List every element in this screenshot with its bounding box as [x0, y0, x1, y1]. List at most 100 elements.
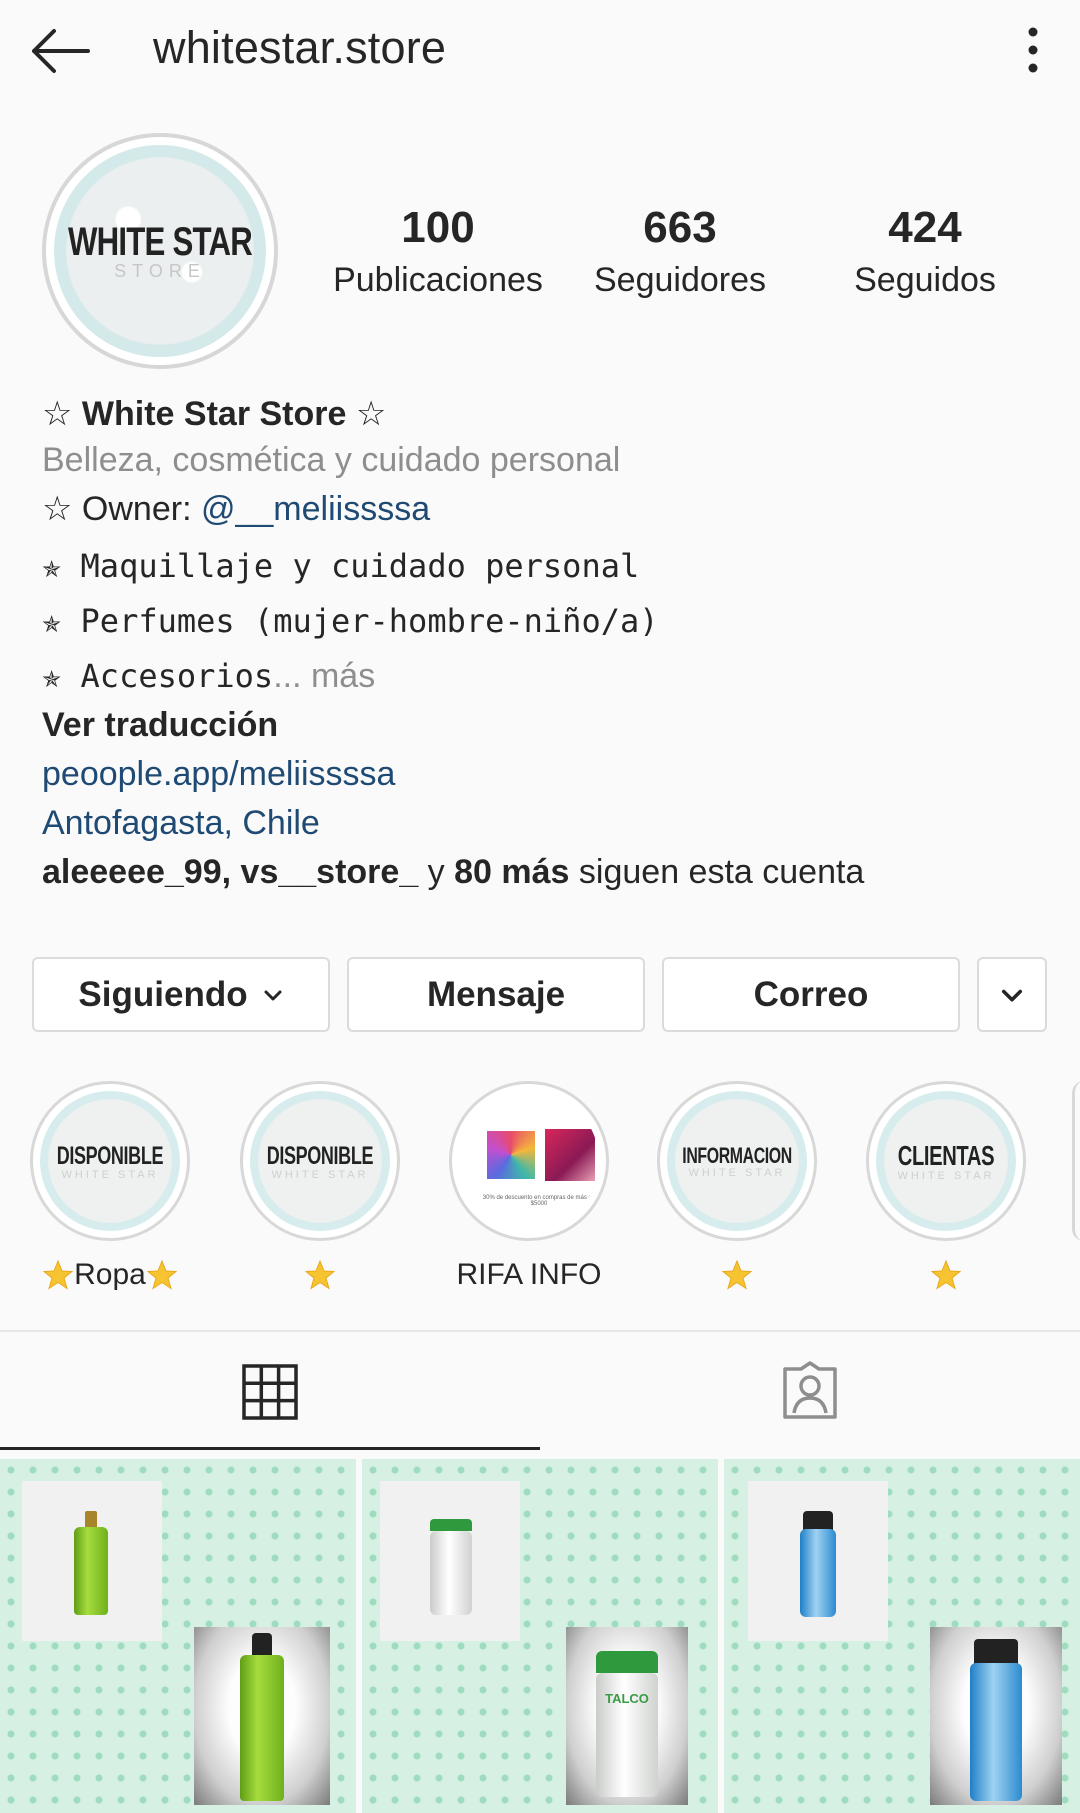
bio-more-link[interactable]: más — [311, 657, 375, 695]
product-photo-large: TALCO — [566, 1627, 688, 1805]
highlight-cover: CLIENTAS WHITE STAR — [876, 1091, 1016, 1231]
product-photo-small — [380, 1481, 520, 1641]
highlight-ropa[interactable]: DISPONIBLE WHITE STAR Ropa — [30, 1081, 190, 1295]
followers-label: Seguidores — [593, 261, 766, 299]
bio-line-makeup: ✯ Maquillaje y cuidado personal — [42, 547, 640, 585]
followers-count: 663 — [643, 203, 717, 252]
star-icon — [146, 1259, 178, 1290]
highlight-label — [240, 1255, 400, 1295]
highlight-informacion[interactable]: INFORMACION WHITE STAR — [657, 1081, 817, 1295]
following-count: 424 — [888, 203, 962, 252]
followed-by-user-2: vs__store_ — [240, 853, 419, 891]
highlight-label: Ropa — [30, 1255, 190, 1295]
highlight-rifa-info[interactable]: 30% de descuento en compras de más de $5… — [449, 1081, 609, 1295]
profile-category: Belleza, cosmética y cuidado personal — [42, 441, 621, 479]
message-button-label: Mensaje — [426, 974, 566, 1014]
highlight-label-text: Ropa — [74, 1258, 146, 1291]
highlight-cover: INFORMACION WHITE STAR — [667, 1091, 807, 1231]
highlight-cover: DISPONIBLE WHITE STAR — [250, 1091, 390, 1231]
highlight-cover-text: CLIENTAS — [897, 1140, 995, 1171]
bottle-cap — [803, 1511, 833, 1531]
highlight-clientas[interactable]: CLIENTAS WHITE STAR — [866, 1081, 1026, 1295]
bio-owner-prefix: ☆ Owner: — [42, 490, 201, 528]
bottle-lid — [430, 1519, 472, 1531]
highlight-cover: DISPONIBLE WHITE STAR — [40, 1091, 180, 1231]
highlight-cover-ring: DISPONIBLE WHITE STAR — [30, 1081, 190, 1241]
tabs-divider — [0, 1330, 1080, 1332]
star-icon — [42, 1259, 74, 1290]
product-photo-small — [22, 1481, 162, 1641]
followed-by-user-1: aleeeee_99 — [42, 853, 222, 891]
highlight-cover-ring: 30% de descuento en compras de más de $5… — [449, 1081, 609, 1241]
highlight-disponible[interactable]: DISPONIBLE WHITE STAR — [240, 1081, 400, 1295]
highlight-cover-image: 30% de descuento en compras de más de $5… — [459, 1091, 599, 1231]
bio-line-perfumes: ✯ Perfumes (mujer-hombre-niño/a) — [42, 602, 659, 640]
product-photo-large — [930, 1627, 1062, 1805]
star-icon — [304, 1259, 336, 1290]
bottle-lid — [596, 1651, 658, 1673]
highlight-label: RIFA INFO — [449, 1255, 609, 1295]
following-button-label: Siguiendo — [78, 974, 248, 1014]
following-button[interactable]: Siguiendo — [32, 957, 330, 1032]
bio-location-link[interactable]: Antofagasta, Chile — [42, 800, 1042, 846]
highlight-cover-caption: 30% de descuento en compras de más de $5… — [482, 1195, 596, 1207]
highlight-label-text: RIFA INFO — [456, 1258, 602, 1291]
makeup-palette-image — [545, 1129, 595, 1181]
post-thumbnail-2[interactable]: TALCO — [362, 1459, 718, 1813]
message-button[interactable]: Mensaje — [347, 957, 645, 1032]
followed-by-line[interactable]: aleeeee_99, vs__store_ y 80 más siguen e… — [42, 849, 1042, 895]
followed-by-more-count: 80 más — [454, 853, 570, 891]
chevron-down-icon — [1001, 989, 1023, 1001]
bio-ellipsis: ... — [273, 657, 311, 695]
arrow-left-icon[interactable] — [28, 26, 92, 76]
profile-avatar[interactable]: WHITE STAR STORE — [42, 133, 278, 369]
highlight-cover-ring: CLIENTAS WHITE STAR — [866, 1081, 1026, 1241]
owner-mention-link[interactable]: @__meliissssa — [201, 490, 430, 528]
followers-stat[interactable]: 663 Seguidores — [560, 203, 800, 305]
see-translation-link[interactable]: Ver traducción — [42, 702, 1042, 748]
blue-shampoo-bottle — [800, 1529, 836, 1617]
tab-tagged[interactable] — [540, 1333, 1080, 1450]
posts-label: Publicaciones — [333, 261, 543, 299]
tagged-person-icon — [783, 1360, 837, 1419]
following-stat[interactable]: 424 Seguidos — [805, 203, 1045, 305]
followed-by-separator: , — [221, 853, 241, 891]
post-thumbnail-1[interactable] — [0, 1459, 356, 1813]
chevron-down-icon — [264, 990, 282, 1000]
star-icon — [930, 1259, 962, 1290]
posts-count: 100 — [401, 203, 475, 252]
highlight-cover-ring: DISPONIBLE WHITE STAR — [240, 1081, 400, 1241]
product-photo-large — [194, 1627, 330, 1805]
following-label: Seguidos — [854, 261, 996, 299]
product-photo-small — [748, 1481, 888, 1641]
email-button[interactable]: Correo — [662, 957, 960, 1032]
avatar-image: WHITE STAR STORE — [54, 145, 266, 357]
more-vertical-icon[interactable] — [1018, 24, 1048, 76]
eyeshadow-palette-image — [485, 1129, 537, 1181]
tab-posts-grid[interactable] — [0, 1333, 540, 1450]
grid-icon — [242, 1363, 298, 1420]
avatar-logo-text: WHITE STAR — [67, 220, 253, 264]
white-powder-bottle: TALCO — [596, 1673, 658, 1797]
post-thumbnail-3[interactable] — [724, 1459, 1080, 1813]
bio-owner-line: ☆ Owner: @__meliissssa — [42, 486, 1042, 532]
profile-username-title: whitestar.store — [153, 22, 447, 73]
bio-line-accessories: ✯ Accesorios... más — [42, 653, 1042, 699]
suggested-accounts-button[interactable] — [977, 957, 1047, 1032]
posts-stat[interactable]: 100 Publicaciones — [318, 203, 558, 305]
star-icon — [721, 1259, 753, 1290]
active-tab-indicator — [0, 1447, 540, 1450]
highlight-cover-text: DISPONIBLE — [266, 1141, 374, 1170]
bio-website-link[interactable]: peoople.app/meliissssa — [42, 751, 1042, 797]
highlight-label — [657, 1255, 817, 1295]
profile-display-name: ☆ White Star Store ☆ — [42, 395, 387, 433]
blue-shampoo-bottle — [970, 1663, 1022, 1801]
bottle-cap — [974, 1639, 1018, 1665]
highlight-cover-text: DISPONIBLE — [56, 1141, 164, 1170]
highlight-cover-ring: INFORMACION WHITE STAR — [657, 1081, 817, 1241]
bottle-cap — [252, 1633, 272, 1657]
followed-by-suffix: siguen esta cuenta — [569, 853, 865, 891]
highlight-partial-next[interactable] — [1072, 1081, 1080, 1241]
top-bar: whitestar.store — [0, 0, 1080, 105]
bottle-label-text: TALCO — [605, 1691, 649, 1706]
